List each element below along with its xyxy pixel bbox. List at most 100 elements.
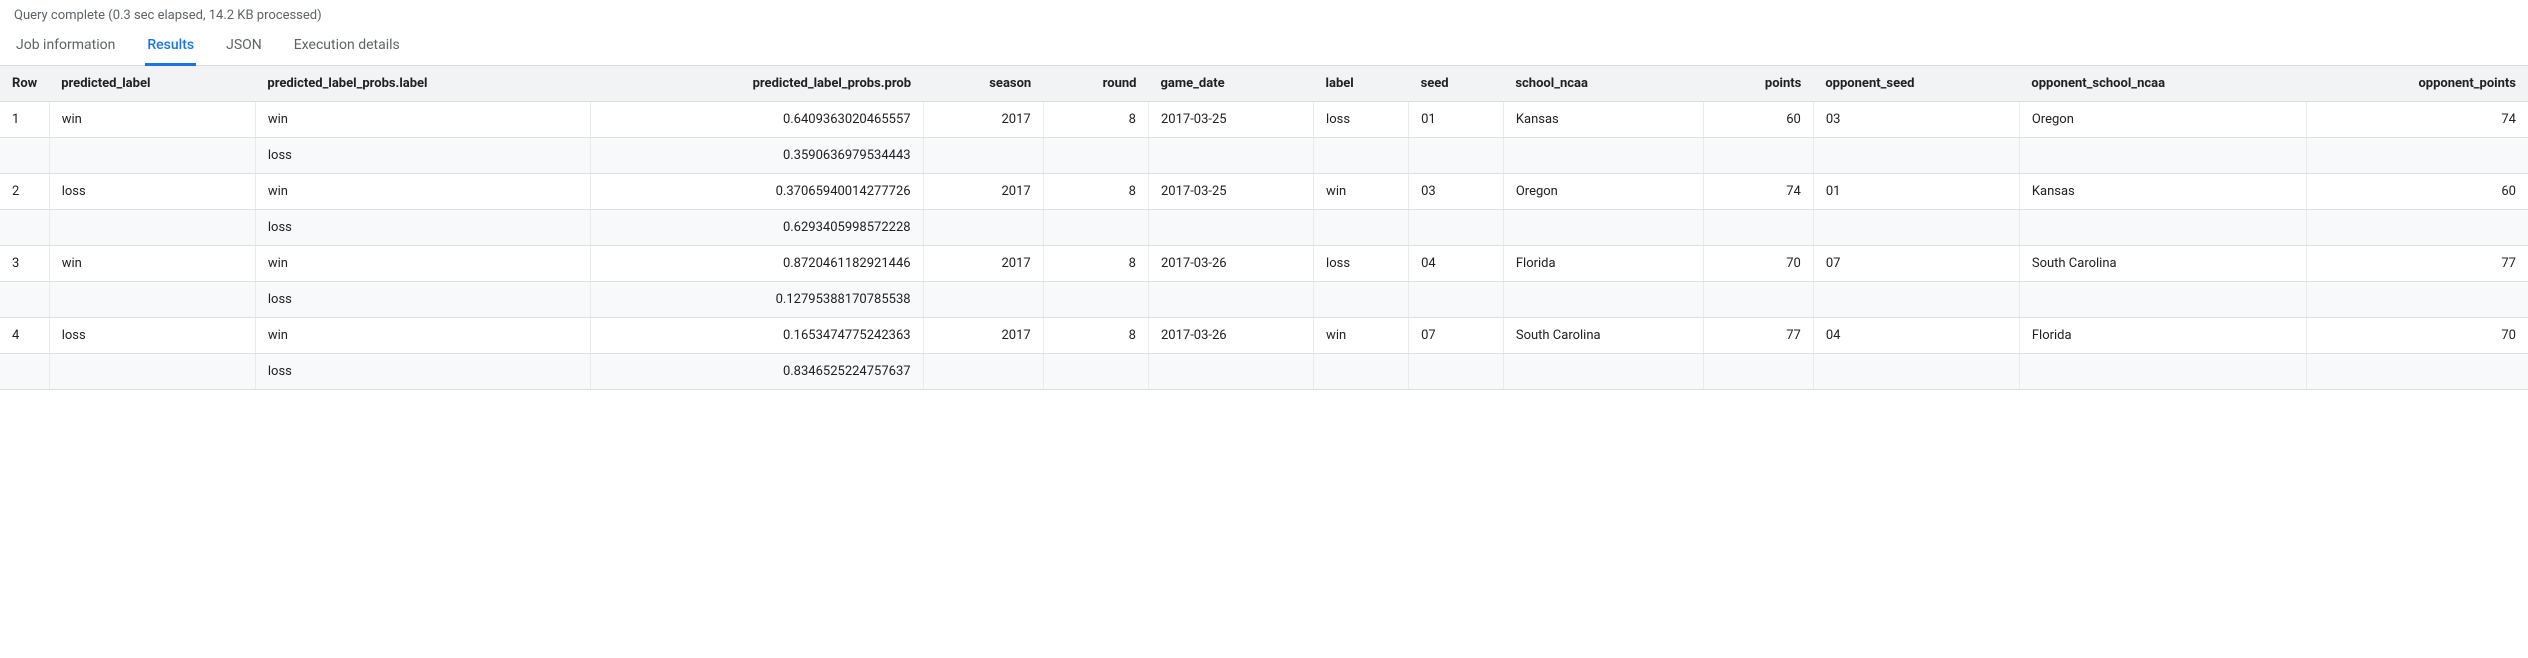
tab-job-information[interactable]: Job information <box>14 27 117 66</box>
cell-season <box>923 138 1043 174</box>
cell-probs-label: loss <box>255 282 590 318</box>
tab-execution-details[interactable]: Execution details <box>292 27 402 66</box>
query-status: Query complete (0.3 sec elapsed, 14.2 KB… <box>0 0 2528 27</box>
col-points: points <box>1703 66 1813 102</box>
cell-opp-seed: 07 <box>1813 246 2019 282</box>
cell-row: 2 <box>0 174 49 210</box>
cell-opp-school: Oregon <box>2019 102 2306 138</box>
cell-school <box>1503 210 1703 246</box>
cell-opp-school <box>2019 282 2306 318</box>
cell-game-date <box>1148 354 1313 390</box>
cell-label: loss <box>1314 102 1409 138</box>
table-row: 4losswin0.1653474775242363201782017-03-2… <box>0 318 2528 354</box>
cell-game-date: 2017-03-25 <box>1148 102 1313 138</box>
cell-opp-points <box>2307 354 2528 390</box>
cell-probs-label: loss <box>255 354 590 390</box>
cell-opp-points <box>2307 210 2528 246</box>
cell-season <box>923 354 1043 390</box>
cell-opp-seed <box>1813 354 2019 390</box>
col-probs-label: predicted_label_probs.label <box>255 66 590 102</box>
cell-opp-school <box>2019 354 2306 390</box>
cell-probs-label: win <box>255 174 590 210</box>
col-row: Row <box>0 66 49 102</box>
cell-probs-label: win <box>255 246 590 282</box>
cell-label <box>1314 282 1409 318</box>
cell-school <box>1503 282 1703 318</box>
cell-seed: 07 <box>1409 318 1504 354</box>
cell-row <box>0 210 49 246</box>
cell-label: win <box>1314 318 1409 354</box>
cell-seed <box>1409 354 1504 390</box>
cell-points: 74 <box>1703 174 1813 210</box>
col-opp-school: opponent_school_ncaa <box>2019 66 2306 102</box>
cell-row <box>0 138 49 174</box>
cell-probs-prob: 0.6293405998572228 <box>591 210 923 246</box>
cell-points <box>1703 354 1813 390</box>
cell-row <box>0 282 49 318</box>
col-season: season <box>923 66 1043 102</box>
cell-season: 2017 <box>923 174 1043 210</box>
cell-predicted-label: win <box>49 102 255 138</box>
tab-results[interactable]: Results <box>145 27 196 66</box>
cell-school: Florida <box>1503 246 1703 282</box>
cell-season <box>923 210 1043 246</box>
cell-school <box>1503 354 1703 390</box>
results-tabs: Job information Results JSON Execution d… <box>0 27 2528 66</box>
cell-opp-seed: 04 <box>1813 318 2019 354</box>
cell-predicted-label: loss <box>49 318 255 354</box>
cell-label <box>1314 138 1409 174</box>
cell-predicted-label <box>49 282 255 318</box>
cell-points <box>1703 138 1813 174</box>
cell-opp-school <box>2019 138 2306 174</box>
cell-opp-seed: 01 <box>1813 174 2019 210</box>
cell-school: Kansas <box>1503 102 1703 138</box>
cell-probs-prob: 0.6409363020465557 <box>591 102 923 138</box>
table-row: 1winwin0.6409363020465557201782017-03-25… <box>0 102 2528 138</box>
cell-season: 2017 <box>923 102 1043 138</box>
cell-seed: 01 <box>1409 102 1504 138</box>
cell-school <box>1503 138 1703 174</box>
col-round: round <box>1043 66 1148 102</box>
cell-row: 4 <box>0 318 49 354</box>
cell-seed <box>1409 210 1504 246</box>
cell-opp-school: Kansas <box>2019 174 2306 210</box>
cell-opp-seed <box>1813 138 2019 174</box>
col-label: label <box>1314 66 1409 102</box>
cell-row: 3 <box>0 246 49 282</box>
cell-predicted-label <box>49 138 255 174</box>
cell-opp-points: 74 <box>2307 102 2528 138</box>
cell-season <box>923 282 1043 318</box>
col-opp-seed: opponent_seed <box>1813 66 2019 102</box>
cell-points <box>1703 282 1813 318</box>
cell-round <box>1043 138 1148 174</box>
cell-probs-label: win <box>255 102 590 138</box>
cell-opp-school: Florida <box>2019 318 2306 354</box>
table-row: loss0.3590636979534443 <box>0 138 2528 174</box>
tab-json[interactable]: JSON <box>224 27 264 66</box>
results-table: Row predicted_label predicted_label_prob… <box>0 66 2528 390</box>
table-row: loss0.6293405998572228 <box>0 210 2528 246</box>
col-school: school_ncaa <box>1503 66 1703 102</box>
cell-probs-prob: 0.37065940014277726 <box>591 174 923 210</box>
col-opp-points: opponent_points <box>2307 66 2528 102</box>
cell-probs-prob: 0.3590636979534443 <box>591 138 923 174</box>
cell-label: loss <box>1314 246 1409 282</box>
cell-season: 2017 <box>923 318 1043 354</box>
cell-opp-seed: 03 <box>1813 102 2019 138</box>
cell-game-date: 2017-03-26 <box>1148 246 1313 282</box>
cell-game-date <box>1148 138 1313 174</box>
cell-seed: 03 <box>1409 174 1504 210</box>
cell-points <box>1703 210 1813 246</box>
cell-seed <box>1409 138 1504 174</box>
cell-game-date <box>1148 210 1313 246</box>
cell-points: 70 <box>1703 246 1813 282</box>
cell-opp-points <box>2307 138 2528 174</box>
cell-opp-points: 70 <box>2307 318 2528 354</box>
table-row: loss0.8346525224757637 <box>0 354 2528 390</box>
cell-points: 77 <box>1703 318 1813 354</box>
cell-round <box>1043 354 1148 390</box>
cell-opp-seed <box>1813 210 2019 246</box>
cell-points: 60 <box>1703 102 1813 138</box>
cell-school: Oregon <box>1503 174 1703 210</box>
cell-opp-points <box>2307 282 2528 318</box>
